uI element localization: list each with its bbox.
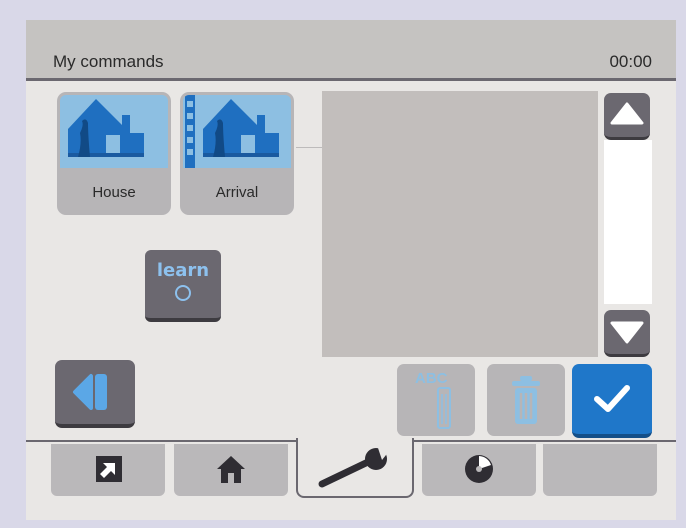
scroll-down-button[interactable] [604, 310, 650, 357]
rename-label: ABC [415, 370, 448, 387]
page-title: My commands [53, 52, 164, 71]
learn-label: learn [156, 260, 210, 281]
triangle-up-icon [610, 102, 644, 125]
eraser-icon [437, 387, 451, 429]
shortcut-arrow-icon [96, 456, 122, 482]
scroll-up-button[interactable] [604, 93, 650, 140]
trash-icon [512, 376, 540, 424]
confirm-button[interactable] [572, 364, 652, 438]
wrench-icon [318, 448, 390, 488]
command-label: House [92, 184, 136, 201]
tab-settings[interactable] [296, 438, 414, 498]
tab-media[interactable] [422, 444, 536, 496]
app-window: My commands 00:00 House Arrival learn AB… [26, 20, 676, 520]
title-bar: My commands 00:00 [26, 20, 676, 81]
learn-button[interactable]: learn [145, 250, 221, 322]
back-button[interactable] [55, 360, 135, 428]
command-tile-house[interactable]: House [57, 92, 171, 215]
rename-button[interactable]: ABC [397, 364, 475, 436]
check-icon [594, 385, 630, 412]
home-icon [217, 456, 245, 483]
scrollbar-track[interactable] [604, 140, 652, 304]
triangle-down-icon [610, 321, 644, 344]
command-list-panel[interactable] [322, 91, 598, 357]
arrival-scene-icon [183, 95, 291, 168]
command-tile-arrival[interactable]: Arrival [180, 92, 294, 215]
tab-home[interactable] [174, 444, 288, 496]
tab-shortcuts[interactable] [51, 444, 165, 496]
record-icon [175, 285, 191, 301]
back-icon [73, 374, 107, 410]
clock: 00:00 [609, 52, 652, 71]
tab-empty[interactable] [543, 444, 657, 496]
house-scene-icon [60, 95, 168, 168]
disc-icon [465, 455, 493, 483]
command-label: Arrival [215, 184, 259, 201]
connector-line [296, 147, 322, 148]
delete-button[interactable] [487, 364, 565, 436]
